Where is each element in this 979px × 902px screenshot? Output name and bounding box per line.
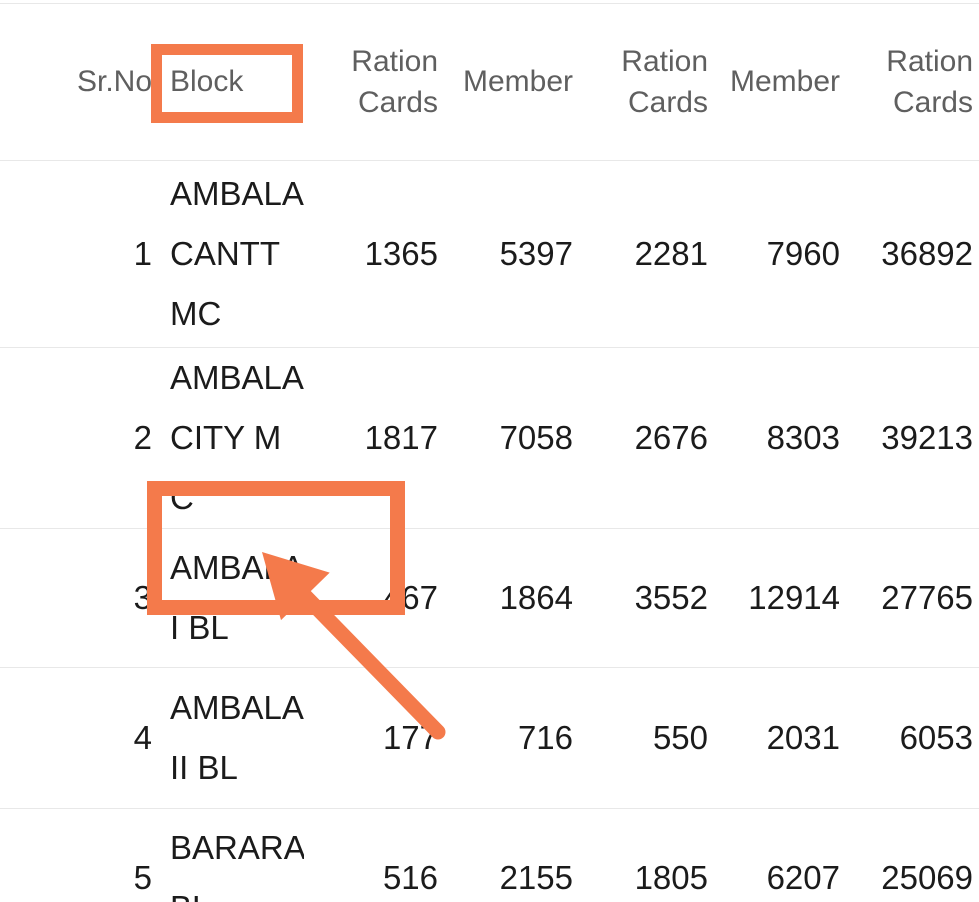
- cell-ration-cards-2: 550: [652, 719, 708, 757]
- cell-member-1: 1864: [499, 579, 573, 617]
- cell-ration-cards-1: 177: [382, 719, 438, 757]
- cell-block: AMBALA II BL: [170, 689, 303, 787]
- column-header-ration-cards-1[interactable]: Ration Cards: [304, 4, 444, 161]
- cell-member-1: 7058: [499, 419, 573, 457]
- cell-block-highlighted: AMBALA I BL: [170, 549, 303, 647]
- column-header-member-2[interactable]: Member: [714, 4, 846, 161]
- cell-member-2: 6207: [766, 858, 840, 896]
- table-row[interactable]: 1 AMBALA CANTT MC 1365 5397 2281 7960 36…: [0, 161, 979, 348]
- column-header-ration-cards-2[interactable]: Ration Cards: [579, 4, 714, 161]
- cell-sr-no: 3: [133, 579, 152, 617]
- cell-member-1: 716: [517, 719, 573, 757]
- cell-sr-no: 1: [133, 235, 152, 273]
- cell-block: AMBALA CITY MC: [170, 359, 303, 517]
- cell-ration-cards-3: 6053: [899, 719, 973, 757]
- cell-member-2: 12914: [748, 579, 840, 617]
- cell-block: BARARA BL: [170, 828, 304, 902]
- table-screenshot: Sr.No Block Ration Cards Member Ration C…: [0, 0, 979, 902]
- cell-ration-cards-1: 1365: [364, 235, 438, 273]
- table-row[interactable]: 3 AMBALA I BL 467 1864 3552 12914 27765: [0, 529, 979, 668]
- cell-ration-cards-3: 39213: [881, 419, 973, 457]
- column-header-member-1[interactable]: Member: [444, 4, 579, 161]
- cell-ration-cards-1: 467: [382, 579, 438, 617]
- table-body: 1 AMBALA CANTT MC 1365 5397 2281 7960 36…: [0, 161, 979, 902]
- block-ration-card-table: Sr.No Block Ration Cards Member Ration C…: [0, 3, 979, 902]
- cell-sr-no: 2: [133, 419, 152, 457]
- table-row[interactable]: 5 BARARA BL 516 2155 1805 6207 25069: [0, 809, 979, 902]
- cell-ration-cards-2: 2281: [634, 235, 708, 273]
- table-header: Sr.No Block Ration Cards Member Ration C…: [0, 3, 979, 161]
- cell-member-1: 5397: [499, 235, 573, 273]
- table-row[interactable]: 2 AMBALA CITY MC 1817 7058 2676 8303 392…: [0, 348, 979, 529]
- table-row[interactable]: 4 AMBALA II BL 177 716 550 2031 6053: [0, 668, 979, 809]
- cell-ration-cards-3: 25069: [881, 858, 973, 896]
- cell-ration-cards-2: 2676: [634, 419, 708, 457]
- cell-block: AMBALA CANTT MC: [170, 174, 303, 333]
- cell-ration-cards-3: 36892: [881, 235, 973, 273]
- column-header-sr-no[interactable]: Sr.No: [0, 4, 152, 161]
- cell-member-2: 2031: [766, 719, 840, 757]
- column-header-block[interactable]: Block: [152, 4, 304, 161]
- cell-ration-cards-1: 1817: [364, 419, 438, 457]
- cell-ration-cards-2: 3552: [634, 579, 708, 617]
- cell-sr-no: 5: [133, 858, 152, 896]
- cell-member-2: 7960: [766, 235, 840, 273]
- cell-ration-cards-1: 516: [382, 858, 438, 896]
- cell-member-2: 8303: [766, 419, 840, 457]
- column-header-ration-cards-3[interactable]: Ration Cards: [846, 4, 979, 161]
- header-row: Sr.No Block Ration Cards Member Ration C…: [0, 3, 979, 161]
- cell-member-1: 2155: [499, 858, 573, 896]
- cell-ration-cards-2: 1805: [634, 858, 708, 896]
- cell-ration-cards-3: 27765: [881, 579, 973, 617]
- cell-sr-no: 4: [133, 719, 152, 757]
